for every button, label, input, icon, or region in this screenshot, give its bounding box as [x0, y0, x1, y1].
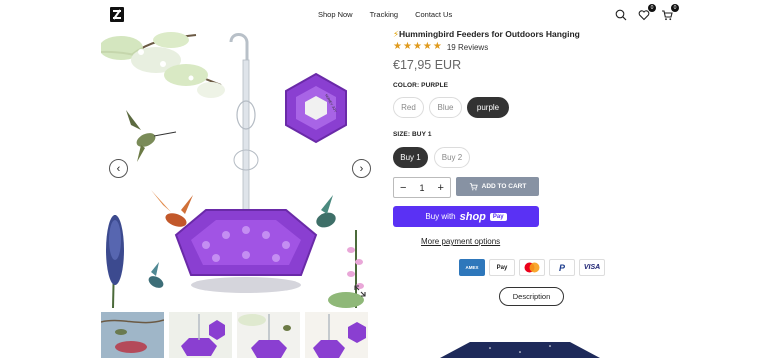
quantity-minus-button[interactable]: − — [400, 182, 406, 194]
cart-icon — [469, 182, 478, 190]
product-price: €17,95 EUR — [393, 58, 462, 72]
wishlist-heart-icon[interactable]: 0 — [638, 4, 656, 21]
nav-tracking[interactable]: Tracking — [370, 10, 398, 19]
buy-with-label: Buy with — [425, 212, 456, 221]
thumbnail-1[interactable] — [101, 312, 164, 358]
product-title: ⚡Hummingbird Feeders for Outdoors Hangin… — [393, 29, 580, 40]
store-logo[interactable] — [110, 7, 124, 22]
cart-icon[interactable]: 0 — [661, 4, 679, 21]
paypal-icon: P — [549, 259, 575, 276]
payment-methods: AMEX Pay P VISA — [459, 259, 605, 276]
apple-pay-icon: Pay — [489, 259, 515, 276]
description-image-peek — [440, 340, 600, 358]
star-icon: ★ — [402, 41, 412, 52]
feeder-base — [174, 209, 318, 293]
nav-shop-now[interactable]: Shop Now — [318, 10, 353, 19]
product-rating[interactable]: ★ ★ ★ ★ ★ 19 Reviews — [393, 42, 488, 52]
lupine-flower — [106, 214, 124, 308]
star-icon: ★ — [432, 41, 442, 52]
product-title-text: Hummingbird Feeders for Outdoors Hanging — [398, 29, 580, 39]
chevron-right-icon: › — [359, 162, 364, 175]
main-nav: Shop Now Tracking Contact Us — [318, 10, 469, 19]
shop-pay-logo: shop — [459, 210, 486, 223]
add-to-cart-button[interactable]: ADD TO CART — [456, 177, 539, 196]
star-icon: ★ — [422, 41, 432, 52]
amex-icon: AMEX — [459, 259, 485, 276]
thumbnail-strip — [101, 312, 368, 358]
feeder-top-view: HONEY JOY — [285, 72, 347, 144]
color-option-red[interactable]: Red — [393, 97, 424, 118]
nav-contact-us[interactable]: Contact Us — [415, 10, 452, 19]
review-count[interactable]: 19 Reviews — [447, 43, 488, 52]
add-to-cart-label: ADD TO CART — [481, 183, 527, 190]
blossom-branch — [101, 32, 225, 98]
size-option-buy-1[interactable]: Buy 1 — [393, 147, 428, 168]
color-option-purple[interactable]: purple — [467, 97, 509, 118]
size-option-label: SIZE: BUY 1 — [393, 131, 432, 138]
quantity-stepper: − 1 + — [393, 177, 451, 198]
description-button[interactable]: Description — [499, 287, 564, 306]
quantity-value[interactable]: 1 — [419, 183, 424, 193]
product-main-image[interactable]: HONEY JOY — [101, 30, 379, 308]
color-option-blue[interactable]: Blue — [429, 97, 462, 118]
pay-badge: Pay — [489, 212, 507, 221]
gallery-prev-button[interactable]: ‹ — [109, 159, 128, 178]
visa-icon: VISA — [579, 259, 605, 276]
site-header: Shop Now Tracking Contact Us 0 0 — [0, 0, 768, 30]
thumbnail-4[interactable] — [305, 312, 368, 358]
chevron-left-icon: ‹ — [116, 162, 121, 175]
hummingbird-bottom — [148, 262, 164, 288]
hummingbird-right — [316, 195, 336, 228]
feeder-illustration: HONEY JOY — [101, 32, 364, 308]
wishlist-count-badge: 0 — [648, 4, 656, 12]
star-icon: ★ — [393, 41, 402, 52]
header-icons: 0 0 — [615, 4, 679, 21]
thumbnail-3[interactable] — [237, 312, 300, 358]
search-icon[interactable] — [615, 8, 627, 21]
hummingbird-left — [126, 110, 177, 162]
buy-with-shop-pay-button[interactable]: Buy with shop Pay — [393, 206, 539, 227]
star-icon: ★ — [412, 41, 422, 52]
quantity-plus-button[interactable]: + — [438, 182, 444, 194]
gallery-next-button[interactable]: › — [352, 159, 371, 178]
more-payment-options-link[interactable]: More payment options — [421, 237, 500, 246]
mastercard-icon — [519, 259, 545, 276]
color-option-label: COLOR: PURPLE — [393, 82, 449, 89]
cart-count-badge: 0 — [671, 4, 679, 12]
hummingbird-center — [151, 190, 193, 227]
thumbnail-2[interactable] — [169, 312, 232, 358]
size-option-buy-2[interactable]: Buy 2 — [434, 147, 470, 168]
zoom-expand-icon[interactable] — [352, 283, 368, 299]
